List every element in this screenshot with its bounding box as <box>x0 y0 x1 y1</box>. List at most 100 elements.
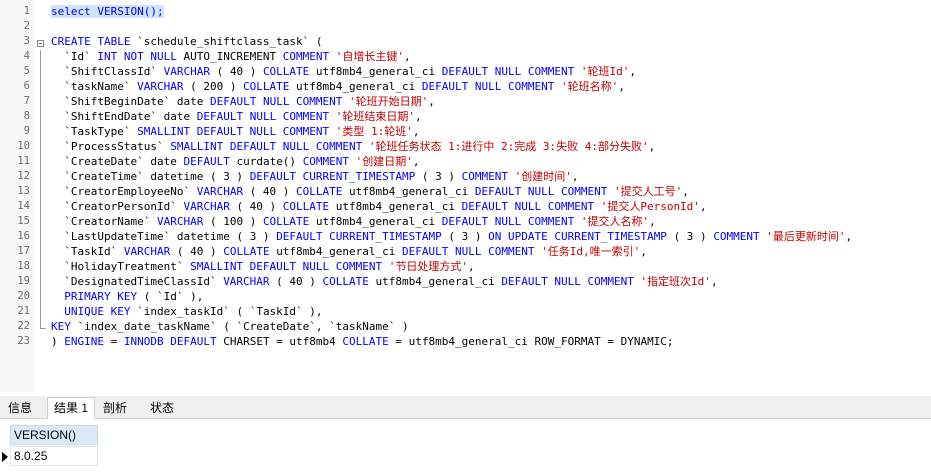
code-text: `DesignatedTimeClassId` VARCHAR ( 40 ) C… <box>51 274 718 289</box>
sql-token: `ShiftEndDate` <box>51 110 164 123</box>
code-line: 3 CREATE TABLE `schedule_shiftclass_task`… <box>0 34 931 49</box>
sql-string: '节日处理方式' <box>388 260 469 273</box>
code-text: `ShiftEndDate` date DEFAULT NULL COMMENT… <box>51 109 421 124</box>
tab-0[interactable]: 信息 <box>2 398 38 418</box>
code-text: `ShiftBeginDate` date DEFAULT NULL COMME… <box>51 94 435 109</box>
sql-keyword: DEFAULT NULL COMMENT <box>441 215 581 228</box>
sql-token: , <box>648 140 656 153</box>
sql-token: , <box>640 245 647 258</box>
sql-token: ( 40 ) <box>216 65 263 78</box>
column-header-version[interactable]: VERSION() <box>10 425 98 445</box>
sql-keyword: DEFAULT NULL COMMENT <box>461 200 601 213</box>
sql-keyword: VARCHAR <box>183 200 237 213</box>
sql-token: curdate() <box>236 155 303 168</box>
code-text: `CreateTime` datetime ( 3 ) DEFAULT CURR… <box>51 169 578 184</box>
code-line: 5 `ShiftClassId` VARCHAR ( 40 ) COLLATE … <box>0 64 931 79</box>
fold-toggle-icon[interactable] <box>37 40 44 47</box>
sql-keyword: select VERSION(); <box>51 5 164 18</box>
sql-token: , <box>649 215 656 228</box>
sql-token: `ProcessStatus` <box>51 140 171 153</box>
sql-token: , <box>845 230 853 243</box>
fold-guide <box>40 50 41 328</box>
code-line: 11 `CreateDate` date DEFAULT curdate() C… <box>0 154 931 169</box>
line-number: 8 <box>23 110 30 122</box>
sql-token: , <box>710 275 718 288</box>
sql-token: utf8mb4_general_ci <box>335 200 462 213</box>
row-pointer-icon <box>2 452 8 462</box>
sql-keyword: KEY <box>51 320 78 333</box>
code-line: 6 `taskName` VARCHAR ( 200 ) COLLATE utf… <box>0 79 931 94</box>
sql-keyword: COLLATE <box>322 275 376 288</box>
line-number: 16 <box>17 230 30 242</box>
code-line: 19 `DesignatedTimeClassId` VARCHAR ( 40 … <box>0 274 931 289</box>
code-line: 15 `CreatorName` VARCHAR ( 100 ) COLLATE… <box>0 214 931 229</box>
tab-3[interactable]: 状态 <box>144 398 180 418</box>
sql-token: `CreatorName` <box>51 215 157 228</box>
sql-string: '轮班名称' <box>560 80 619 93</box>
sql-editor[interactable]: 1 select VERSION(); 2 3 CREATE TABLE `schedu… <box>0 0 931 392</box>
sql-keyword: ENGINE <box>64 335 111 348</box>
code-line: 22 KEY `index_date_taskName` ( `CreateDat… <box>0 319 931 334</box>
code-text: `ShiftClassId` VARCHAR ( 40 ) COLLATE ut… <box>51 64 636 79</box>
code-line: 13 `CreatorEmployeeNo` VARCHAR ( 40 ) CO… <box>0 184 931 199</box>
sql-token: `CreateTime` <box>51 170 151 183</box>
code-text: `CreatorName` VARCHAR ( 100 ) COLLATE ut… <box>51 214 656 229</box>
sql-keyword: COMMENT <box>461 170 515 183</box>
code-line: 8 `ShiftEndDate` date DEFAULT NULL COMME… <box>0 109 931 124</box>
code-line: 9 `TaskType` SMALLINT DEFAULT NULL COMME… <box>0 124 931 139</box>
code-line: 10 `ProcessStatus` SMALLINT DEFAULT NULL… <box>0 139 931 154</box>
sql-keyword: COLLATE <box>262 215 316 228</box>
code-text: KEY `index_date_taskName` ( `CreateDate`… <box>51 319 409 334</box>
code-text: `CreatorEmployeeNo` VARCHAR ( 40 ) COLLA… <box>51 184 689 199</box>
sql-token: AUTO_INCREMENT <box>183 50 283 63</box>
sql-keyword: DEFAULT <box>183 155 237 168</box>
sql-keyword: UNIQUE KEY <box>64 305 138 318</box>
sql-string: '提交人名称' <box>580 215 650 228</box>
line-number: 5 <box>23 65 30 77</box>
code-line: 16 `LastUpdateTime` datetime ( 3 ) DEFAU… <box>0 229 931 244</box>
tab-1[interactable]: 结果 1 <box>47 397 96 419</box>
sql-keyword: CREATE TABLE <box>51 35 138 48</box>
sql-token: ( 3 ) <box>448 230 489 243</box>
line-number: 20 <box>17 290 30 302</box>
sql-keyword: COMMENT <box>713 230 767 243</box>
sql-string: '轮班任务状态 1:进行中 2:完成 3:失败 4:部分失败' <box>368 140 649 153</box>
sql-token: date <box>163 110 197 123</box>
sql-token: utf8mb4_general_ci <box>375 275 502 288</box>
fold-guide-end <box>40 328 46 329</box>
sql-keyword: COLLATE <box>282 200 336 213</box>
sql-token: ( 200 ) <box>190 80 244 93</box>
line-number: 15 <box>17 215 30 227</box>
sql-token: `LastUpdateTime` <box>51 230 177 243</box>
code-text: UNIQUE KEY `index_taskId` ( `TaskId` ), <box>51 304 322 319</box>
sql-token: = <box>110 335 124 348</box>
sql-token: `CreateDate` <box>51 155 151 168</box>
sql-keyword: DEFAULT NULL COMMENT <box>402 245 542 258</box>
sql-token: , <box>468 260 475 273</box>
code-text: `TaskType` SMALLINT DEFAULT NULL COMMENT… <box>51 124 419 139</box>
sql-keyword: DEFAULT NULL COMMENT <box>196 110 336 123</box>
sql-string: '提交人PersonId' <box>600 200 700 213</box>
code-text: `Id` INT NOT NULL AUTO_INCREMENT COMMENT… <box>51 49 410 64</box>
code-line: 23) ENGINE = INNODB DEFAULT CHARSET = ut… <box>0 334 931 349</box>
sql-token: , <box>428 95 435 108</box>
sql-keyword: INNODB DEFAULT <box>123 335 224 348</box>
code-text: `TaskId` VARCHAR ( 40 ) COLLATE utf8mb4_… <box>51 244 647 259</box>
code-line: 4 `Id` INT NOT NULL AUTO_INCREMENT COMME… <box>0 49 931 64</box>
code-text: `LastUpdateTime` datetime ( 3 ) DEFAULT … <box>51 229 852 244</box>
sql-token: `TaskId` <box>51 245 124 258</box>
sql-token: ( `Id` ), <box>143 290 204 303</box>
sql-string: '指定班次Id' <box>640 275 711 288</box>
sql-keyword: DEFAULT NULL COMMENT <box>209 95 350 108</box>
sql-string: '最后更新时间' <box>766 230 846 243</box>
sql-string: '任务Id,唯一索引' <box>541 245 641 258</box>
sql-keyword: DEFAULT CURRENT_TIMESTAMP <box>249 170 422 183</box>
sql-token: , <box>629 65 636 78</box>
sql-keyword: COLLATE <box>296 185 350 198</box>
sql-token: `TaskType` <box>51 125 138 138</box>
line-number: 23 <box>17 335 30 347</box>
tab-2[interactable]: 剖析 <box>97 398 133 418</box>
result-cell-version[interactable]: 8.0.25 <box>10 446 98 466</box>
